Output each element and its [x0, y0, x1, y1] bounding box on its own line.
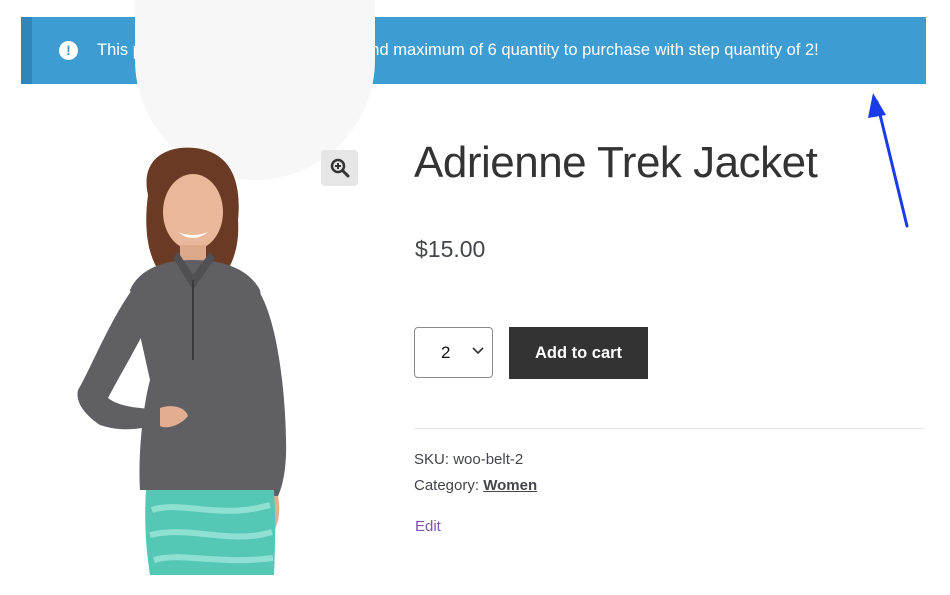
add-to-cart-button[interactable]: Add to cart	[509, 327, 648, 379]
magnifier-zoom-icon	[330, 158, 349, 178]
annotation-arrow-icon	[868, 93, 909, 228]
quantity-value: 2	[441, 342, 451, 362]
divider	[414, 428, 925, 429]
category-link[interactable]: Women	[483, 477, 537, 494]
product-image[interactable]	[70, 140, 310, 575]
product-category: Category: Women	[414, 477, 537, 494]
category-label: Category:	[414, 477, 480, 494]
quantity-select[interactable]: 2	[414, 327, 493, 378]
chevron-down-icon	[472, 347, 484, 355]
sku-value: woo-belt-2	[453, 451, 524, 468]
product-sku: SKU: woo-belt-2	[414, 451, 523, 468]
edit-link[interactable]: Edit	[415, 518, 441, 535]
product-price: $15.00	[415, 236, 486, 262]
zoom-button[interactable]	[321, 150, 358, 186]
exclamation-circle-icon: !	[59, 41, 78, 60]
product-title: Adrienne Trek Jacket	[414, 138, 818, 187]
sku-label: SKU:	[414, 451, 450, 468]
